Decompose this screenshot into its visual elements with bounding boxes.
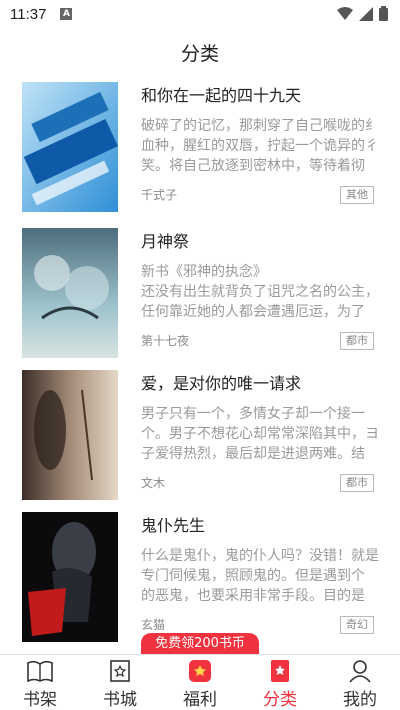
book-description: 男子只有一个，多情女子却一个接一 个。男子不想花心却常常深陷其中，ヨ 子爱得热烈… (141, 404, 381, 466)
page-title: 分类 (180, 42, 219, 65)
desc-line: 子爱得热烈，最后却是进退两难。结 (141, 446, 365, 462)
book-author: 文木 (141, 476, 166, 490)
tab-label: 福利 (183, 690, 217, 710)
book-description: 什么是鬼仆，鬼的仆人吗？没错！就是 专门伺候鬼，照顾鬼的。但是遇到个 的恶鬼，也… (141, 546, 381, 608)
desc-line: 什么是鬼仆，鬼的仆人吗？没错！就是 (141, 548, 379, 564)
desc-line: 血种，腥红的双唇，拧起一个诡异的彳 (141, 138, 379, 154)
desc-line: 个。男子不想花心却常常深陷其中，ヨ (141, 426, 379, 442)
book-title[interactable]: 和你在一起的四十九天 (141, 82, 301, 106)
bookstore-icon (107, 659, 133, 683)
desc-line: 笑。将自己放逐到密林中，等待着彻 (141, 158, 365, 174)
book-title[interactable]: 月神祭 (141, 228, 189, 252)
book-cover[interactable] (22, 228, 118, 358)
book-cover[interactable] (22, 512, 118, 642)
book-title[interactable]: 爱，是对你的唯一请求 (141, 370, 301, 394)
book-author: 玄猫 (141, 618, 166, 632)
desc-line: 破碎了的记忆，那刺穿了自己喉咙的纟 (141, 118, 379, 134)
book-author: 第十七夜 (141, 334, 190, 348)
book-description: 破碎了的记忆，那刺穿了自己喉咙的纟 血种，腥红的双唇，拧起一个诡异的彳 笑。将自… (141, 116, 381, 178)
book-cover[interactable] (22, 82, 118, 212)
book-title[interactable]: 鬼仆先生 (141, 512, 205, 536)
tab-category[interactable]: 分类 (240, 655, 320, 710)
book-cover[interactable] (22, 370, 118, 500)
book-list[interactable]: 和你在一起的四十九天 破碎了的记忆，那刺穿了自己喉咙的纟 血种，腥红的双唇，拧起… (0, 78, 400, 654)
desc-line: 专门伺候鬼，照顾鬼的。但是遇到个 (141, 568, 365, 584)
book-item[interactable]: 鬼仆先生 什么是鬼仆，鬼的仆人吗？没错！就是 专门伺候鬼，照顾鬼的。但是遇到个 … (0, 508, 400, 648)
category-tag[interactable]: 其他 (340, 186, 374, 204)
desc-line: 的恶鬼，也要采用非常手段。目的是 (141, 588, 365, 604)
book-item[interactable]: 和你在一起的四十九天 破碎了的记忆，那刺穿了自己喉咙的纟 血种，腥红的双唇，拧起… (0, 78, 400, 218)
status-bar: 11:37 A (0, 0, 400, 28)
status-icons (337, 6, 388, 21)
battery-icon (379, 6, 388, 21)
tab-label: 书架 (23, 690, 57, 710)
status-time: 11:37 (10, 5, 47, 23)
category-tag[interactable]: 奇幻 (340, 616, 374, 634)
tab-label: 分类 (263, 690, 297, 710)
tab-bookshelf[interactable]: 书架 (0, 655, 80, 710)
tab-welfare[interactable]: 福利 (160, 655, 240, 710)
desc-line: 新书《邪神的执念》 (141, 264, 267, 280)
tab-bookstore[interactable]: 书城 (80, 655, 160, 710)
desc-line: 男子只有一个，多情女子却一个接一 (141, 406, 365, 422)
desc-line: 还没有出生就背负了诅咒之名的公主， (141, 284, 379, 300)
category-tag[interactable]: 都市 (340, 474, 374, 492)
tab-label: 书城 (103, 690, 137, 710)
book-author: 千式子 (141, 188, 178, 202)
gift-icon (187, 659, 213, 683)
tab-label: 我的 (343, 690, 377, 710)
user-icon (347, 659, 373, 683)
book-item[interactable]: 爱，是对你的唯一请求 男子只有一个，多情女子却一个接一 个。男子不想花心却常常深… (0, 366, 400, 506)
tab-mine[interactable]: 我的 (320, 655, 400, 710)
page-header: 分类 (0, 28, 400, 76)
notification-badge: A (60, 8, 73, 20)
wifi-icon (337, 6, 353, 20)
category-tag[interactable]: 都市 (340, 332, 374, 350)
book-description: 新书《邪神的执念》 还没有出生就背负了诅咒之名的公主， 任何靠近她的人都会遭遇厄… (141, 262, 381, 324)
desc-line: 任何靠近她的人都会遭遇厄运，为了 (141, 304, 365, 320)
promo-banner[interactable]: 免费领200书币 (141, 633, 259, 654)
book-item[interactable]: 月神祭 新书《邪神的执念》 还没有出生就背负了诅咒之名的公主， 任何靠近她的人都… (0, 224, 400, 364)
category-icon (267, 659, 293, 683)
book-open-icon (27, 659, 53, 683)
bottom-tab-bar: 书架 书城 福利 分类 我的 (0, 654, 400, 710)
signal-icon (359, 6, 373, 21)
